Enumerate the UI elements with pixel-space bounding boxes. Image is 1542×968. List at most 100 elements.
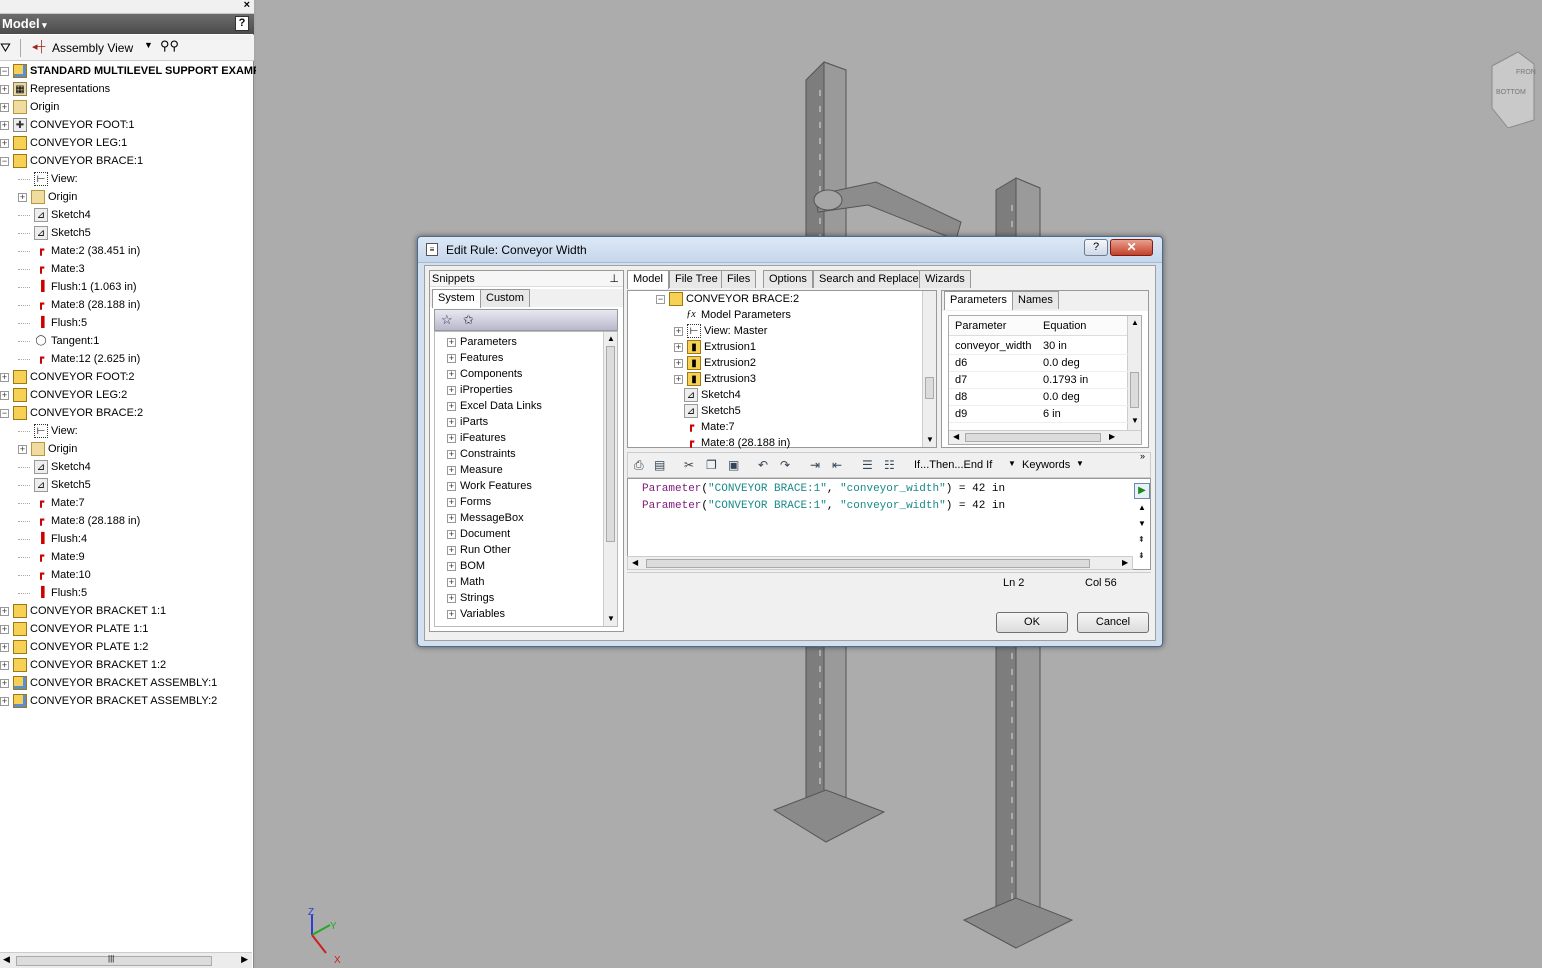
scroll-down-icon[interactable]: ▼ (926, 435, 934, 444)
expand-icon[interactable]: + (447, 337, 456, 347)
expand-icon[interactable]: + (0, 102, 9, 112)
snippet-category[interactable]: + MessageBox (447, 510, 524, 526)
snippet-category[interactable]: + Math (447, 574, 484, 590)
col-equation[interactable]: Equation (1043, 320, 1086, 332)
scrollbar-thumb[interactable] (925, 377, 934, 399)
snippet-category[interactable]: + Forms (447, 494, 491, 510)
parameter-row[interactable]: d7 0.1793 in (949, 372, 1129, 389)
expand-icon[interactable]: + (447, 609, 456, 619)
expand-icon[interactable]: + (674, 326, 683, 336)
scroll-right-icon[interactable]: ▶ (1122, 558, 1128, 567)
tree-node[interactable]: + Origin (18, 440, 77, 458)
tree-node[interactable]: + Origin (18, 188, 77, 206)
expand-icon[interactable]: + (0, 390, 9, 400)
snippet-category[interactable]: + Run Other (447, 542, 511, 558)
collapse-icon[interactable]: − (0, 408, 9, 418)
expand-icon[interactable]: + (674, 342, 683, 352)
code-line[interactable]: Parameter("CONVEYOR BRACE:1", "conveyor_… (642, 483, 1005, 495)
cut-icon[interactable]: ✂ (684, 458, 694, 472)
outdent-icon[interactable]: ⇤ (832, 458, 842, 472)
expand-icon[interactable]: + (447, 529, 456, 539)
indent-icon[interactable]: ⇥ (810, 458, 820, 472)
scrollbar-thumb[interactable] (1130, 372, 1139, 408)
expand-icon[interactable]: + (447, 433, 456, 443)
model-tree-node[interactable]: ┏ Mate:7 (674, 419, 735, 435)
scroll-down-icon[interactable]: ▼ (1131, 416, 1139, 425)
model-tree-node[interactable]: + ▮ Extrusion3 (674, 371, 756, 387)
snippet-category[interactable]: + Parameters (447, 334, 517, 350)
page-down-icon[interactable]: ⇟ (1138, 551, 1145, 560)
horizontal-scrollbar[interactable]: ◀ ||| ▶ (0, 952, 252, 968)
parameter-hscrollbar[interactable]: ◀ ▶ (949, 430, 1141, 444)
expand-icon[interactable]: + (18, 444, 27, 454)
browser-close-button[interactable]: × (244, 0, 250, 11)
chevron-down-icon[interactable]: ▼ (1076, 459, 1084, 468)
expand-icon[interactable]: + (674, 374, 683, 384)
scroll-down-icon[interactable]: ▼ (1138, 519, 1146, 528)
ok-button[interactable]: OK (996, 612, 1068, 633)
snippet-category[interactable]: + iProperties (447, 382, 513, 398)
expand-icon[interactable]: + (0, 696, 9, 706)
scrollbar-thumb[interactable] (606, 346, 615, 542)
tab-system[interactable]: System (432, 289, 481, 308)
model-tree-node[interactable]: ┏ Mate:8 (28.188 in) (674, 435, 790, 451)
assembly-view-icon[interactable]: ◂┼ (32, 40, 45, 53)
expand-icon[interactable]: + (0, 606, 9, 616)
copy-icon[interactable]: ❐ (706, 458, 717, 472)
code-line[interactable]: Parameter("CONVEYOR BRACE:1", "conveyor_… (642, 500, 1005, 512)
tab-custom[interactable]: Custom (480, 289, 530, 307)
filter-icon[interactable]: ⛛ (0, 40, 11, 56)
col-parameter[interactable]: Parameter (955, 320, 1006, 332)
star-icon[interactable]: ☆ (441, 312, 453, 328)
tree-node[interactable]: ⊿ Sketch5 (18, 476, 91, 494)
viewcube-face-bottom[interactable]: BOTTOM (1496, 89, 1526, 96)
expand-icon[interactable]: + (0, 84, 9, 94)
scroll-right-icon[interactable]: ▶ (1109, 432, 1115, 441)
snippet-category[interactable]: + iParts (447, 414, 488, 430)
scroll-down-icon[interactable]: ▼ (607, 614, 615, 623)
snippet-category[interactable]: + Constraints (447, 446, 516, 462)
expand-icon[interactable]: + (447, 545, 456, 555)
snippet-category[interactable]: + Variables (447, 606, 505, 622)
expand-icon[interactable]: + (0, 624, 9, 634)
tree-node[interactable]: ┏ Mate:8 (28.188 in) (18, 296, 140, 314)
expand-icon[interactable]: + (0, 138, 9, 148)
tree-node[interactable]: ⊿ Sketch4 (18, 458, 91, 476)
scroll-left-icon[interactable]: ◀ (953, 432, 959, 441)
model-tree-node[interactable]: − CONVEYOR BRACE:2 (656, 291, 799, 307)
collapse-icon[interactable]: − (0, 156, 9, 166)
star-edit-icon[interactable]: ✩ (463, 312, 474, 328)
tree-node[interactable]: + CONVEYOR PLATE 1:2 (0, 638, 148, 656)
expand-icon[interactable]: + (0, 678, 9, 688)
tree-node[interactable]: − STANDARD MULTILEVEL SUPPORT EXAMPL (0, 62, 267, 80)
tree-node[interactable]: + ✚ CONVEYOR FOOT:1 (0, 116, 135, 134)
collapse-icon[interactable]: − (0, 66, 9, 76)
tab-files[interactable]: Files (721, 270, 757, 288)
model-tree-node[interactable]: ƒx Model Parameters (674, 307, 791, 323)
viewcube[interactable]: FRON BOTTOM (1488, 48, 1538, 131)
tree-node[interactable]: ┏ Mate:8 (28.188 in) (18, 512, 140, 530)
tree-node[interactable]: ┏ Mate:7 (18, 494, 85, 512)
tree-node[interactable]: − CONVEYOR BRACE:1 (0, 152, 143, 170)
preview-icon[interactable]: ▤ (654, 458, 665, 472)
expand-icon[interactable]: + (447, 465, 456, 475)
tree-node[interactable]: ⊿ Sketch4 (18, 206, 91, 224)
tree-node[interactable]: ▐ Flush:5 (18, 314, 87, 332)
tree-node[interactable]: ◯ Tangent:1 (18, 332, 99, 350)
snippet-category[interactable]: + BOM (447, 558, 485, 574)
tree-node[interactable]: ⊿ Sketch5 (18, 224, 91, 242)
tree-node[interactable]: + CONVEYOR PLATE 1:1 (0, 620, 148, 638)
tree-node[interactable]: + CONVEYOR LEG:1 (0, 134, 127, 152)
chevron-down-icon[interactable]: ▾ (40, 20, 47, 30)
expand-icon[interactable]: + (447, 481, 456, 491)
tree-node[interactable]: ⊢ View: (18, 422, 78, 440)
scroll-left-icon[interactable]: ◀ (632, 558, 638, 567)
parameter-equation[interactable]: 6 in (1043, 408, 1061, 420)
model-title[interactable]: Model (2, 16, 40, 31)
snippet-category[interactable]: + Components (447, 366, 522, 382)
model-tree-node[interactable]: + ▮ Extrusion2 (674, 355, 756, 371)
redo-icon[interactable]: ↷ (780, 458, 790, 472)
expand-icon[interactable]: + (18, 192, 27, 202)
snippet-category[interactable]: + Strings (447, 590, 494, 606)
model-tree-node[interactable]: + ▮ Extrusion1 (674, 339, 756, 355)
